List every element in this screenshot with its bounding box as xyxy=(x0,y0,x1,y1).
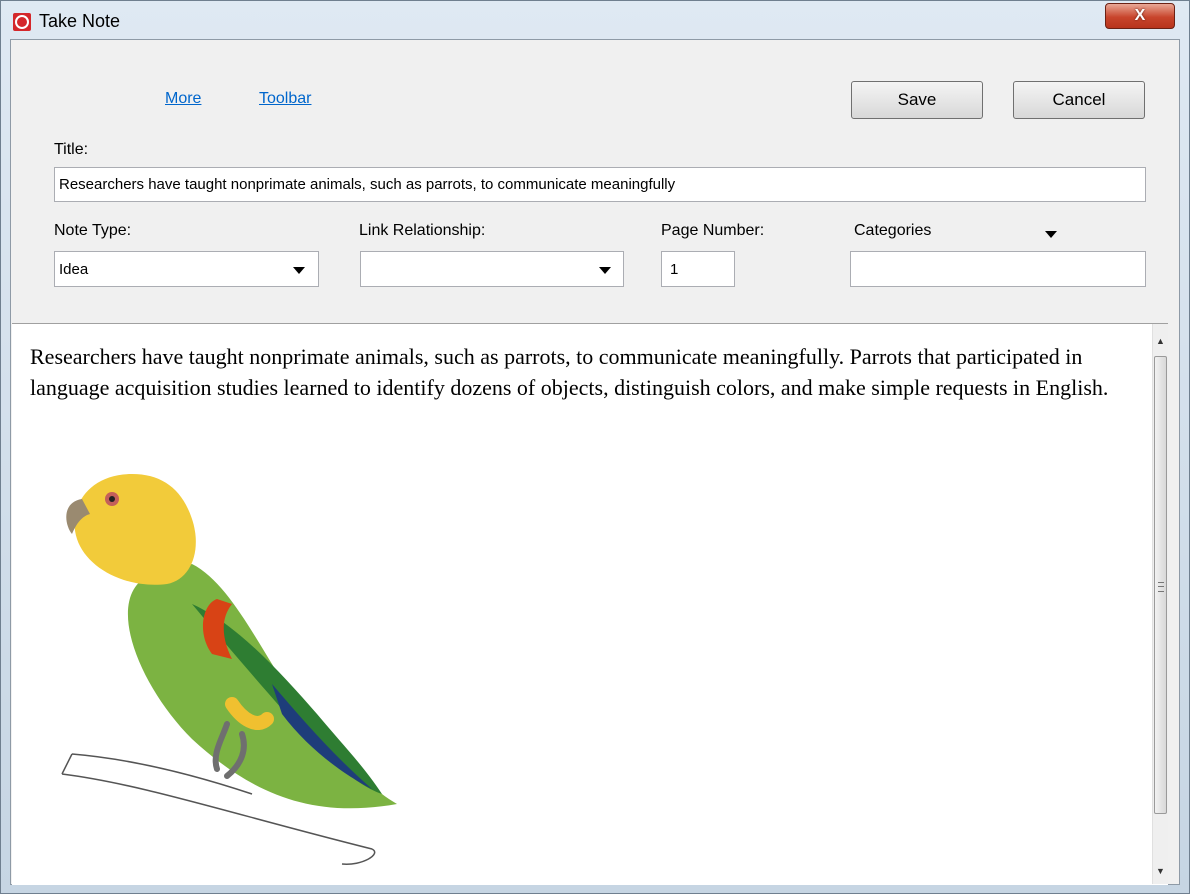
note-body-text[interactable]: Researchers have taught nonprimate anima… xyxy=(30,341,1130,403)
note-type-label: Note Type: xyxy=(54,222,132,239)
page-number-input[interactable]: 1 xyxy=(661,251,735,287)
note-type-select[interactable]: Idea xyxy=(54,251,319,287)
window-title: Take Note xyxy=(39,11,121,31)
categories-dropdown-arrow-icon[interactable] xyxy=(1045,231,1057,238)
title-label: Title: xyxy=(54,141,89,158)
categories-input[interactable] xyxy=(850,251,1146,287)
note-type-value: Idea xyxy=(59,260,89,278)
page-number-label: Page Number: xyxy=(661,222,765,239)
note-editor[interactable]: Researchers have taught nonprimate anima… xyxy=(12,323,1168,885)
close-icon: X xyxy=(1134,7,1146,24)
dialog-client-area: More Toolbar Save Cancel Title: Research… xyxy=(10,39,1180,885)
grip-icon xyxy=(1158,582,1164,592)
cancel-button[interactable]: Cancel xyxy=(1013,81,1145,119)
vertical-scrollbar[interactable]: ▲ ▼ xyxy=(1152,324,1168,884)
app-icon xyxy=(13,13,31,31)
parrot-image xyxy=(61,474,397,865)
dropdown-arrow-icon xyxy=(599,267,611,274)
title-input[interactable]: Researchers have taught nonprimate anima… xyxy=(54,167,1146,202)
scrollbar-thumb[interactable] xyxy=(1154,356,1167,814)
link-relationship-select[interactable] xyxy=(360,251,624,287)
toolbar-link[interactable]: Toolbar xyxy=(259,90,311,108)
close-button[interactable]: X xyxy=(1105,3,1175,29)
title-bar[interactable]: Take Note X xyxy=(1,1,1189,41)
scroll-down-arrow-icon[interactable]: ▼ xyxy=(1153,862,1168,880)
link-relationship-label: Link Relationship: xyxy=(359,222,486,239)
dropdown-arrow-icon xyxy=(293,267,305,274)
more-link[interactable]: More xyxy=(165,90,201,108)
save-button[interactable]: Save xyxy=(851,81,983,119)
scroll-up-arrow-icon[interactable]: ▲ xyxy=(1153,332,1168,350)
take-note-window: Take Note X More Toolbar Save Cancel Tit… xyxy=(0,0,1190,894)
categories-label: Categories xyxy=(854,222,932,239)
